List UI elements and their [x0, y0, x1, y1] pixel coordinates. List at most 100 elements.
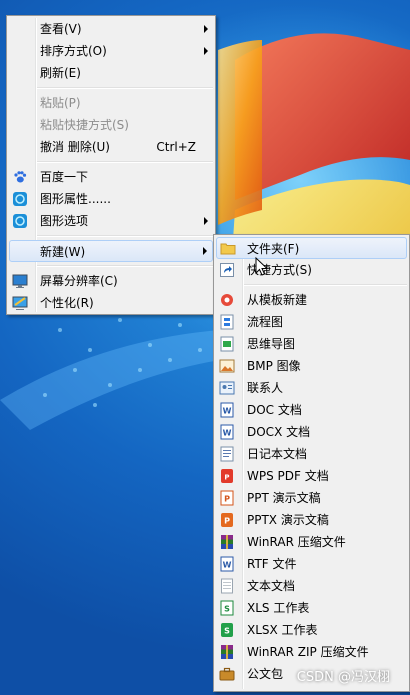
new-item-label: PPTX 演示文稿	[247, 513, 329, 527]
menu-item-view[interactable]: 查看(V)	[7, 18, 215, 40]
personalize-icon	[12, 295, 28, 311]
svg-text:W: W	[223, 561, 232, 570]
new-item-label: WPS PDF 文档	[247, 469, 329, 483]
menu-item-undo-delete[interactable]: 撤消 删除(U) Ctrl+Z	[7, 136, 215, 158]
new-item-rtf[interactable]: W RTF 文件	[214, 553, 409, 575]
new-item-journal[interactable]: 日记本文档	[214, 443, 409, 465]
new-item-bmp-image[interactable]: BMP 图像	[214, 355, 409, 377]
journal-icon	[219, 446, 235, 462]
xls-icon: S	[219, 600, 235, 616]
new-item-label: 联系人	[247, 381, 284, 395]
intel-graphics-icon	[12, 191, 28, 207]
pptx-icon: P	[219, 512, 235, 528]
new-item-flowchart[interactable]: 流程图	[214, 311, 409, 333]
menu-separator	[37, 161, 213, 163]
menu-item-baidu-search[interactable]: 百度一下	[7, 166, 215, 188]
menu-item-label: 撤消 删除(U)	[40, 140, 110, 154]
new-item-contact[interactable]: 联系人	[214, 377, 409, 399]
docx-icon: W	[219, 424, 235, 440]
menu-item-shortcut: Ctrl+Z	[156, 140, 196, 154]
folder-icon	[220, 240, 236, 256]
submenu-arrow-icon	[204, 25, 208, 33]
new-item-label: WinRAR ZIP 压缩文件	[247, 645, 369, 659]
bmp-image-icon	[219, 358, 235, 374]
mindmap-icon	[219, 336, 235, 352]
new-item-from-template[interactable]: 从模板新建	[214, 289, 409, 311]
new-item-docx[interactable]: W DOCX 文档	[214, 421, 409, 443]
intel-graphics-icon	[12, 213, 28, 229]
new-item-label: WinRAR 压缩文件	[247, 535, 346, 549]
text-doc-icon	[219, 578, 235, 594]
new-item-xlsx[interactable]: S XLSX 工作表	[214, 619, 409, 641]
menu-item-label: 图形选项	[40, 214, 89, 228]
svg-text:P: P	[224, 517, 230, 526]
new-item-pptx[interactable]: P PPTX 演示文稿	[214, 509, 409, 531]
new-item-shortcut[interactable]: 快捷方式(S)	[214, 259, 409, 281]
new-item-text-document[interactable]: 文本文档	[214, 575, 409, 597]
new-submenu: 文件夹(F) 快捷方式(S) 从模板新建流程图思维导图 BMP 图像 联系人 W DOC 文…	[213, 234, 410, 692]
menu-item-graphics-options[interactable]: 图形选项	[7, 210, 215, 232]
new-item-mindmap[interactable]: 思维导图	[214, 333, 409, 355]
svg-text:P: P	[224, 495, 230, 504]
menu-separator	[37, 265, 213, 267]
new-item-xls[interactable]: S XLS 工作表	[214, 597, 409, 619]
contact-icon	[219, 380, 235, 396]
new-item-label: DOC 文档	[247, 403, 302, 417]
new-item-label: 日记本文档	[247, 447, 308, 461]
baidu-paw-icon	[12, 169, 28, 185]
menu-item-label: 查看(V)	[40, 22, 82, 36]
menu-item-label: 图形属性......	[40, 192, 111, 206]
menu-item-paste-shortcut[interactable]: 粘贴快捷方式(S)	[7, 114, 215, 136]
new-item-label: XLS 工作表	[247, 601, 310, 615]
menu-item-screen-resolution[interactable]: 屏幕分辨率(C)	[7, 270, 215, 292]
menu-item-new[interactable]: 新建(W)	[9, 240, 213, 262]
menu-item-paste[interactable]: 粘贴(P)	[7, 92, 215, 114]
shortcut-icon	[219, 262, 235, 278]
watermark: CSDN @冯汉栩	[296, 670, 390, 685]
pdf-icon: P	[219, 468, 235, 484]
rtf-icon: W	[219, 556, 235, 572]
new-item-label: 流程图	[247, 315, 284, 329]
svg-text:P: P	[224, 474, 229, 482]
new-item-folder[interactable]: 文件夹(F)	[216, 237, 407, 259]
menu-item-label: 百度一下	[40, 170, 89, 184]
new-item-ppt[interactable]: P PPT 演示文稿	[214, 487, 409, 509]
new-item-doc[interactable]: W DOC 文档	[214, 399, 409, 421]
menu-separator	[37, 87, 213, 89]
doc-icon: W	[219, 402, 235, 418]
new-item-label: 公文包	[247, 667, 284, 681]
briefcase-icon	[219, 666, 235, 682]
svg-text:W: W	[223, 407, 232, 416]
new-item-label: 文件夹(F)	[247, 242, 300, 256]
menu-item-label: 个性化(R)	[40, 296, 94, 310]
menu-item-label: 刷新(E)	[40, 66, 81, 80]
flowchart-icon	[219, 314, 235, 330]
new-item-winrar[interactable]: WinRAR 压缩文件	[214, 531, 409, 553]
menu-item-label: 新建(W)	[40, 245, 86, 259]
new-item-label: 从模板新建	[247, 293, 308, 307]
screen-resolution-icon	[12, 273, 28, 289]
menu-item-label: 粘贴(P)	[40, 96, 81, 110]
menu-item-graphics-properties[interactable]: 图形属性......	[7, 188, 215, 210]
new-item-winrar-zip[interactable]: WinRAR ZIP 压缩文件	[214, 641, 409, 663]
new-item-wps-pdf[interactable]: P WPS PDF 文档	[214, 465, 409, 487]
menu-item-refresh[interactable]: 刷新(E)	[7, 62, 215, 84]
new-item-label: 思维导图	[247, 337, 296, 351]
winrar-zip-icon	[219, 644, 235, 660]
ppt-icon: P	[219, 490, 235, 506]
menu-separator	[244, 284, 407, 286]
submenu-arrow-icon	[204, 47, 208, 55]
submenu-arrow-icon	[203, 247, 207, 255]
template-icon	[219, 292, 235, 308]
new-item-label: RTF 文件	[247, 557, 297, 571]
svg-text:S: S	[224, 627, 230, 636]
menu-item-sort-by[interactable]: 排序方式(O)	[7, 40, 215, 62]
svg-text:W: W	[223, 429, 232, 438]
new-item-label: DOCX 文档	[247, 425, 311, 439]
menu-item-personalize[interactable]: 个性化(R)	[7, 292, 215, 314]
menu-item-label: 粘贴快捷方式(S)	[40, 118, 129, 132]
menu-item-label: 屏幕分辨率(C)	[40, 274, 118, 288]
mouse-cursor-icon	[255, 257, 269, 276]
new-item-label: BMP 图像	[247, 359, 301, 373]
new-item-label: PPT 演示文稿	[247, 491, 321, 505]
